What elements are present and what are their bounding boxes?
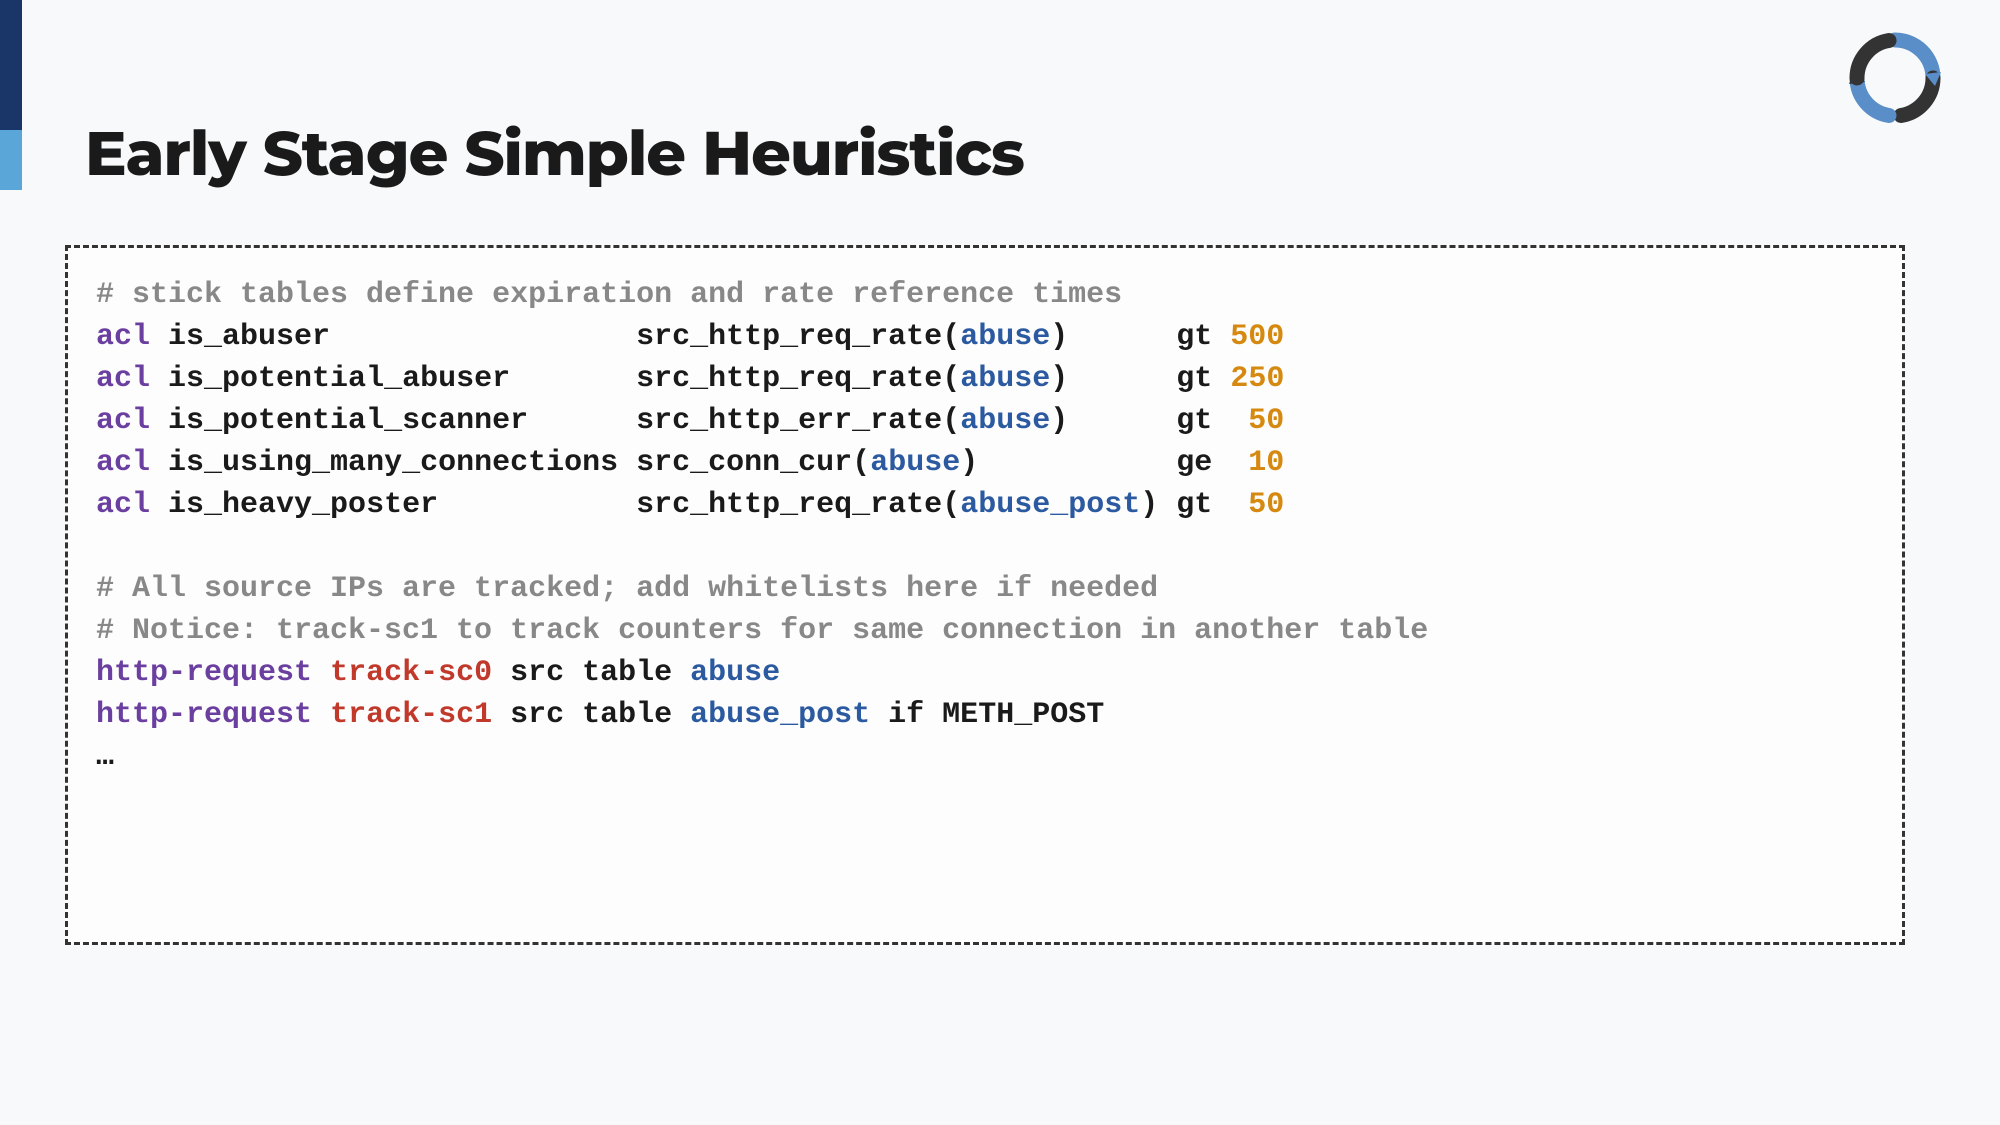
- code-comment: # All source IPs are tracked; add whitel…: [96, 568, 1874, 610]
- code-acl-line: acl is_abuser src_http_req_rate(abuse) g…: [96, 316, 1874, 358]
- code-acl-line: acl is_potential_abuser src_http_req_rat…: [96, 358, 1874, 400]
- code-track-line: http-request track-sc1 src table abuse_p…: [96, 694, 1874, 736]
- left-stripe-light: [0, 130, 22, 190]
- code-acl-line: acl is_potential_scanner src_http_err_ra…: [96, 400, 1874, 442]
- code-box: # stick tables define expiration and rat…: [65, 245, 1905, 945]
- code-comment: # stick tables define expiration and rat…: [96, 274, 1874, 316]
- code-track-line: http-request track-sc0 src table abuse: [96, 652, 1874, 694]
- left-stripe-dark: [0, 0, 22, 130]
- code-acl-line: acl is_using_many_connections src_conn_c…: [96, 442, 1874, 484]
- logo-icon: [1845, 28, 1945, 133]
- code-acl-line: acl is_heavy_poster src_http_req_rate(ab…: [96, 484, 1874, 526]
- code-ellipsis: …: [96, 736, 1874, 778]
- code-comment: # Notice: track-sc1 to track counters fo…: [96, 610, 1874, 652]
- page-title: Early Stage Simple Heuristics: [85, 115, 1024, 191]
